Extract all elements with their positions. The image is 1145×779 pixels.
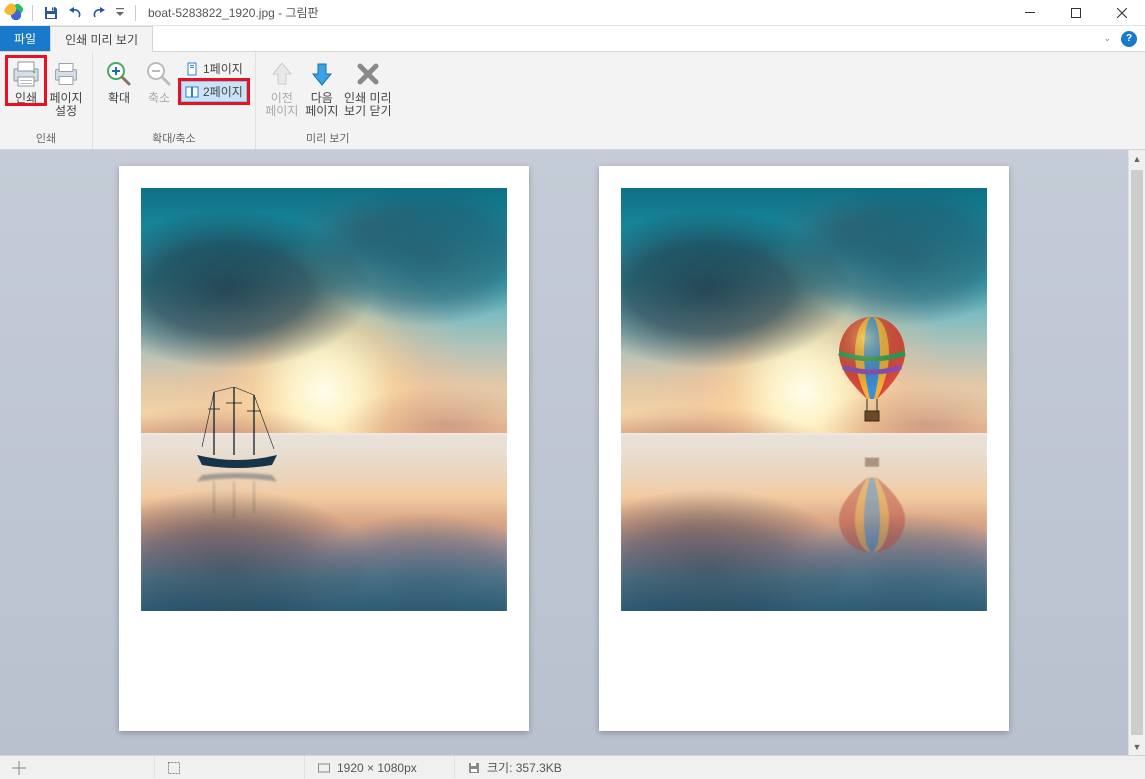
- close-preview-label: 인쇄 미리 보기 닫기: [344, 92, 392, 117]
- next-page-label: 다음 페이지: [305, 92, 338, 117]
- close-button[interactable]: [1099, 0, 1145, 26]
- two-page-icon: [185, 85, 199, 99]
- window-title: boat-5283822_1920.jpg - 그림판: [148, 4, 319, 21]
- selection-icon: [167, 761, 181, 775]
- app-icon: [4, 3, 24, 23]
- one-page-label: 1페이지: [203, 60, 243, 77]
- ribbon: 인쇄 페이지 설정 인쇄 확대 축소: [0, 52, 1145, 150]
- arrow-down-icon: [306, 58, 338, 90]
- printer-small-icon: [50, 58, 82, 90]
- two-page-button[interactable]: 2페이지: [181, 81, 247, 102]
- one-page-icon: [185, 62, 199, 76]
- balloon: [833, 315, 911, 425]
- zoom-group-label: 확대/축소: [99, 131, 249, 149]
- printer-icon: [10, 58, 42, 90]
- two-page-label: 2페이지: [203, 83, 243, 100]
- preview-area: ▲ ▼: [0, 150, 1145, 755]
- scroll-down-icon[interactable]: ▼: [1129, 738, 1145, 755]
- preview-page-2: [599, 166, 1009, 731]
- prev-page-button[interactable]: 이전 페이지: [262, 56, 302, 117]
- collapse-ribbon-icon[interactable]: ⌄: [1103, 33, 1111, 44]
- print-group-label: 인쇄: [6, 131, 86, 149]
- ribbon-group-print: 인쇄 페이지 설정 인쇄: [0, 52, 93, 149]
- filesize-value: 크기: 357.3KB: [487, 759, 562, 776]
- tab-print-preview[interactable]: 인쇄 미리 보기: [50, 26, 153, 52]
- zoom-in-label: 확대: [108, 92, 130, 105]
- preview-scroll[interactable]: [0, 150, 1128, 755]
- one-page-button[interactable]: 1페이지: [181, 58, 247, 79]
- help-icon[interactable]: ?: [1121, 31, 1137, 47]
- prev-page-label: 이전 페이지: [265, 92, 298, 117]
- cursor-pos-icon: [12, 761, 26, 775]
- close-x-icon: [352, 58, 384, 90]
- zoom-out-label: 축소: [148, 92, 170, 105]
- preview-image-2: [621, 188, 987, 611]
- ribbon-group-preview: 이전 페이지 다음 페이지 인쇄 미리 보기 닫기 미리 보기: [256, 52, 400, 149]
- page-setup-label: 페이지 설정: [49, 92, 82, 117]
- preview-image-1: [141, 188, 507, 611]
- close-preview-button[interactable]: 인쇄 미리 보기 닫기: [342, 56, 394, 117]
- vertical-scrollbar[interactable]: ▲ ▼: [1128, 150, 1145, 755]
- arrow-up-icon: [266, 58, 298, 90]
- minimize-button[interactable]: [1007, 0, 1053, 26]
- ribbon-tabs: 파일 인쇄 미리 보기 ⌄ ?: [0, 26, 1145, 52]
- customize-qat-icon[interactable]: [115, 5, 125, 21]
- save-icon[interactable]: [43, 5, 59, 21]
- print-button-label: 인쇄: [15, 92, 37, 105]
- next-page-button[interactable]: 다음 페이지: [302, 56, 342, 117]
- redo-icon[interactable]: [91, 5, 107, 21]
- preview-page-1: [119, 166, 529, 731]
- zoom-out-icon: [143, 58, 175, 90]
- quick-access-toolbar: [37, 5, 131, 21]
- filesize-icon: [467, 761, 481, 775]
- print-button[interactable]: 인쇄: [6, 56, 46, 105]
- maximize-button[interactable]: [1053, 0, 1099, 26]
- preview-group-label: 미리 보기: [262, 131, 394, 149]
- zoom-in-icon: [103, 58, 135, 90]
- tab-file[interactable]: 파일: [0, 26, 50, 51]
- page-setup-button[interactable]: 페이지 설정: [46, 56, 86, 117]
- undo-icon[interactable]: [67, 5, 83, 21]
- zoom-out-button[interactable]: 축소: [139, 56, 179, 105]
- scroll-thumb[interactable]: [1131, 170, 1143, 735]
- scroll-up-icon[interactable]: ▲: [1129, 150, 1145, 167]
- ribbon-group-zoom: 확대 축소 1페이지 2페이지 확대/축소: [93, 52, 256, 149]
- zoom-in-button[interactable]: 확대: [99, 56, 139, 105]
- dimensions-icon: [317, 761, 331, 775]
- dimensions-value: 1920 × 1080px: [337, 761, 417, 775]
- status-bar: 1920 × 1080px 크기: 357.3KB: [0, 755, 1145, 779]
- boat-silhouette: [192, 387, 282, 477]
- title-bar: boat-5283822_1920.jpg - 그림판: [0, 0, 1145, 26]
